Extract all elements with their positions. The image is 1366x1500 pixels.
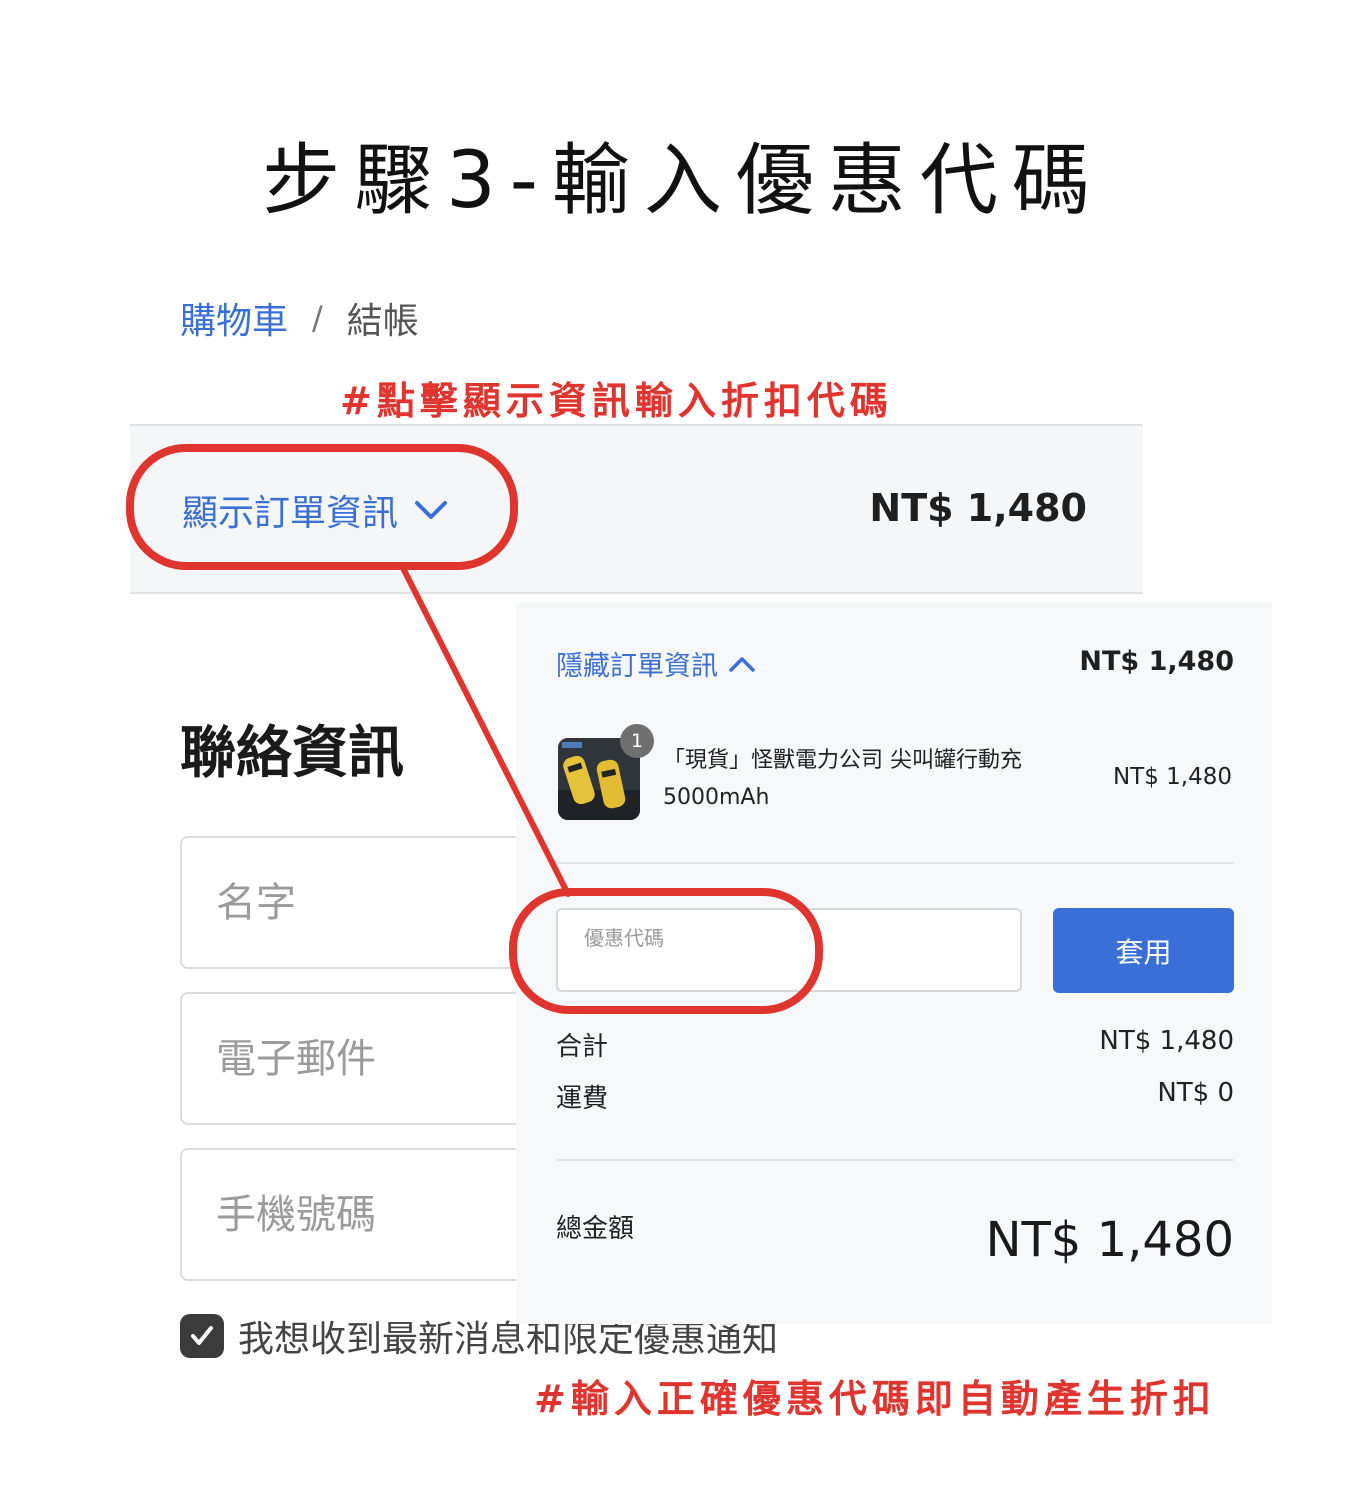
breadcrumb: 購物車 / 結帳 [180, 292, 419, 344]
subtotal-label: 合計 [556, 1032, 609, 1062]
breadcrumb-cart-link[interactable]: 購物車 [180, 292, 288, 344]
product-name: 「現貨」怪獸電力公司 尖叫罐行動充 5000mAh [663, 748, 1022, 810]
page-title: 步驟3-輸入優惠代碼 [262, 136, 1104, 226]
order-summary-bar: 顯示訂單資訊 NT$ 1,480 [130, 424, 1143, 594]
subtotal-value: NT$ 1,480 [1099, 1026, 1234, 1056]
order-detail-panel: 隱藏訂單資訊 NT$ 1,480 1 「現貨」怪獸電力公司 尖叫罐行動充 500… [516, 602, 1272, 1324]
summary-total-price: NT$ 1,480 [869, 486, 1087, 530]
annotation-top: #點擊顯示資訊輸入折扣代碼 [340, 379, 893, 423]
panel-total-price: NT$ 1,480 [1079, 646, 1234, 677]
newsletter-checkbox[interactable] [180, 1314, 224, 1358]
grand-total-value: NT$ 1,480 [985, 1212, 1234, 1268]
coupon-field: 優惠代碼 [556, 908, 1022, 992]
checkmark-icon [191, 1326, 213, 1345]
quantity-badge: 1 [620, 724, 654, 758]
product-price: NT$ 1,480 [1112, 764, 1232, 790]
grand-total-label: 總金額 [556, 1214, 635, 1244]
annotation-bottom: #輸入正確優惠代碼即自動產生折扣 [534, 1377, 1216, 1421]
breadcrumb-separator: / [312, 299, 323, 337]
coupon-input[interactable] [582, 946, 1002, 980]
hide-order-info-label: 隱藏訂單資訊 [556, 651, 718, 682]
shipping-label: 運費 [556, 1084, 609, 1114]
chevron-down-icon [415, 501, 448, 519]
chevron-up-icon [729, 656, 755, 672]
show-order-info-toggle[interactable]: 顯示訂單資訊 [182, 484, 448, 536]
breadcrumb-checkout: 結帳 [346, 301, 419, 342]
shipping-value: NT$ 0 [1157, 1078, 1234, 1108]
panel-divider [556, 1159, 1234, 1161]
contact-info-title: 聯絡資訊 [180, 721, 404, 786]
panel-divider [556, 862, 1234, 864]
show-order-info-label: 顯示訂單資訊 [182, 493, 399, 534]
hide-order-info-toggle[interactable]: 隱藏訂單資訊 [556, 644, 756, 683]
apply-coupon-button[interactable]: 套用 [1053, 908, 1234, 993]
